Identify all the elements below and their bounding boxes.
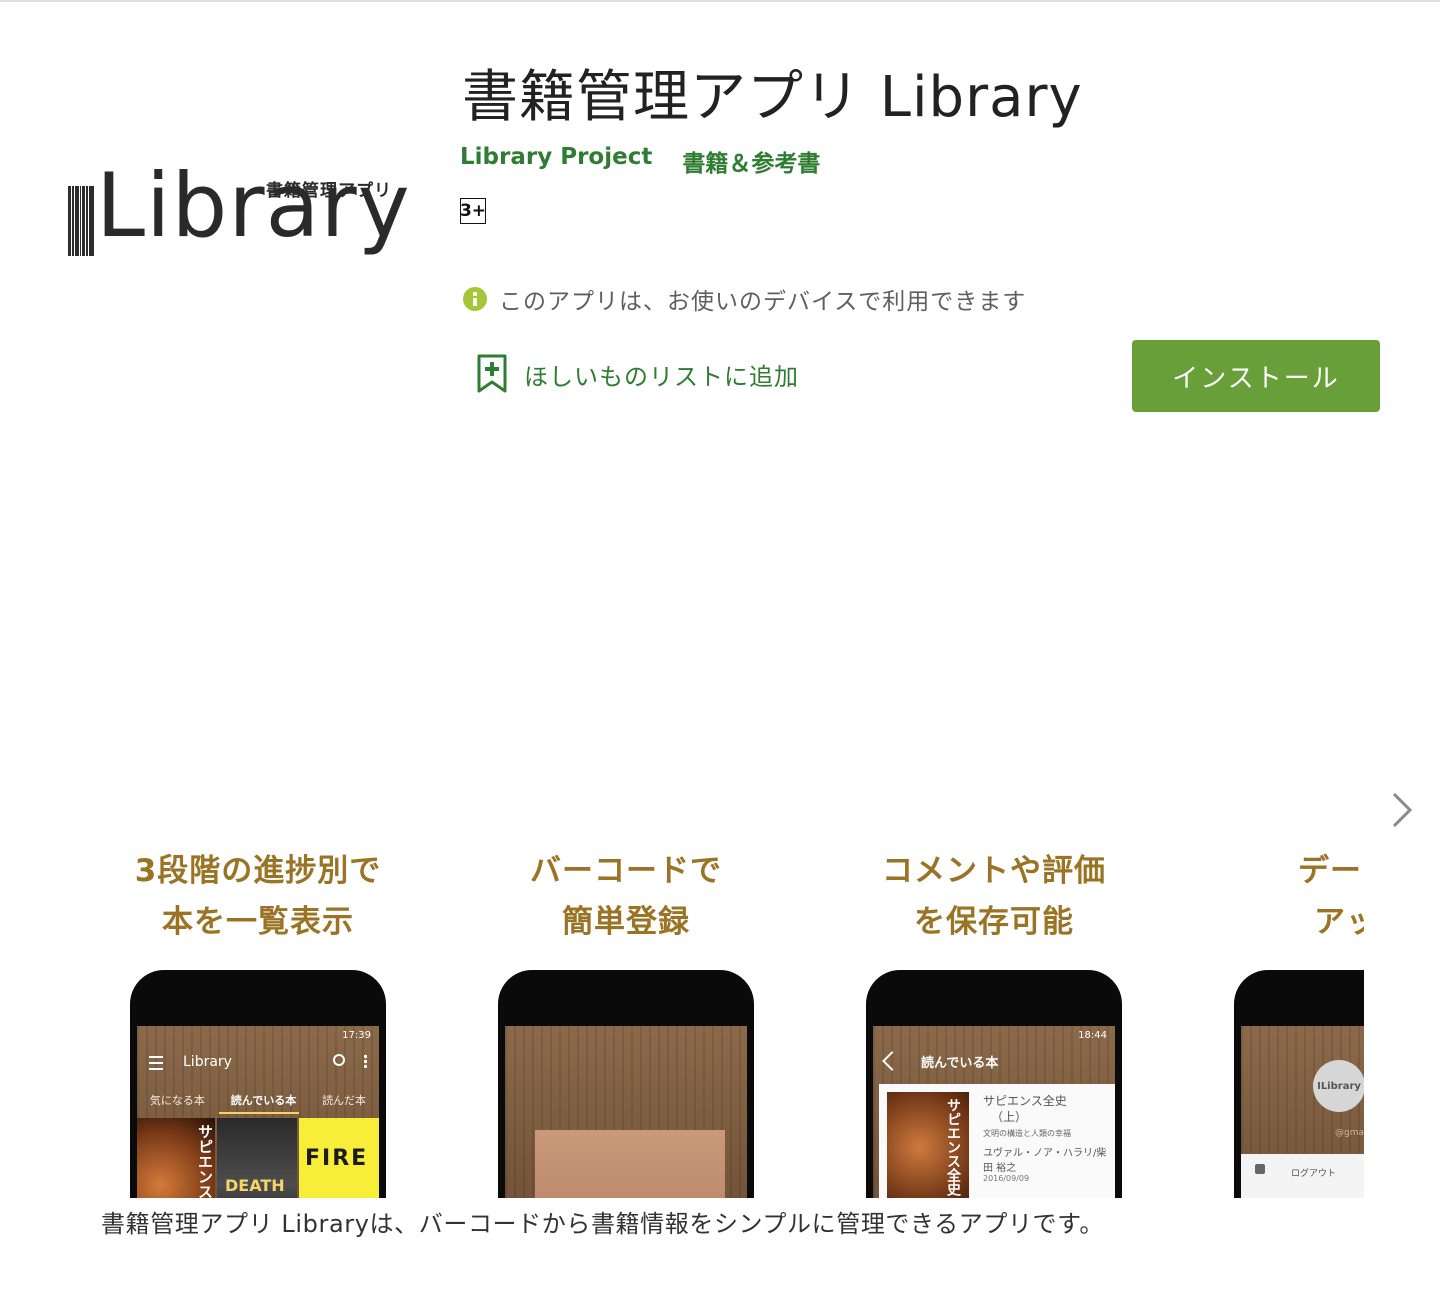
status-time: 17:39 [342,1030,371,1041]
slide-caption: コメントや評価 を保存可能 [882,853,1106,940]
slide-caption: データの アップ [1298,853,1364,940]
wishlist-label: ほしいものリストに追加 [524,362,799,391]
book-author: ユヴァル・ノア・ハラリ/柴田 裕之 [983,1148,1107,1174]
bookmark-add-icon [477,354,507,393]
tab-indicator [219,1112,299,1114]
phone-frame: 17:39 Library 気になる本 読んでいる本 読んだ本 サピエンス DE… [130,970,386,1198]
book-title-volume: （上） [991,1110,1028,1124]
slide-caption: 3段階の進捗別で 本を一覧表示 [134,853,382,940]
phone-screen: 17:39 Library 気になる本 読んでいる本 読んだ本 サピエンス DE… [137,1026,379,1198]
screen-title: 読んでいる本 [921,1056,999,1071]
book-cover: DEATH [217,1118,297,1198]
book-title: サピエンス全史 [983,1094,1067,1108]
screenshot-slide[interactable]: バーコードで 簡単登録 [442,840,810,1198]
logo-barcode-mark [68,186,98,256]
book-cover: サピエンス [137,1118,215,1198]
app-title: 書籍管理アプリ Library [462,65,1083,130]
phone-frame: 18:44 読んでいる本 サピエンス全史 サピエンス全史 （上） 文明の構造と人… [866,970,1122,1198]
menu-icon [149,1056,163,1070]
slide-caption: バーコードで 簡単登録 [530,853,722,940]
wishlist-button[interactable]: ほしいものリストに追加 [476,354,799,394]
screenshot-carousel[interactable]: 3段階の進捗別で 本を一覧表示 17:39 Library 気になる本 読んでい… [74,840,1364,1198]
chevron-right-icon[interactable] [1386,790,1418,830]
logout-item: ログアウト [1291,1169,1337,1179]
more-icon [364,1054,367,1068]
screenshot-slide[interactable]: データの アップ ILibrary @gmail ログアウト [1178,840,1364,1198]
book-detail-card: サピエンス全史 サピエンス全史 （上） 文明の構造と人類の幸福 ユヴァル・ノア・… [879,1084,1115,1198]
account-icon [1255,1164,1265,1174]
category-link[interactable]: 書籍＆参考書 [682,144,820,178]
logo-wordmark: Library [96,154,411,257]
camera-preview [535,1130,725,1198]
book-date: 2016/09/09 [983,1174,1030,1183]
phone-frame [498,970,754,1198]
book-cover: FIRE [299,1118,379,1198]
app-logo: 書籍管理アプリ Library [66,162,410,292]
phone-screen: 18:44 読んでいる本 サピエンス全史 サピエンス全史 （上） 文明の構造と人… [873,1026,1115,1198]
book-subtitle: 文明の構造と人類の幸福 [983,1129,1071,1138]
content-rating-badge: 3+ [460,198,486,224]
availability-notice: このアプリは、お使いのデバイスで利用できます [463,282,1026,316]
developer-link[interactable]: Library Project [460,144,652,178]
phone-screen [505,1026,747,1198]
screenshot-slide[interactable]: 3段階の進捗別で 本を一覧表示 17:39 Library 気になる本 読んでい… [74,840,442,1198]
back-arrow-icon [882,1051,902,1071]
top-divider [0,0,1440,2]
search-icon [333,1054,345,1066]
drawer-menu: ログアウト [1241,1154,1364,1198]
book-cover: サピエンス全史 [887,1092,969,1198]
screen-app-title: Library [183,1054,232,1070]
info-icon [463,287,487,311]
app-description: 書籍管理アプリ Libraryは、バーコードから書籍情報をシンプルに管理できるア… [101,1210,1104,1238]
avatar: ILibrary [1313,1060,1364,1112]
availability-text: このアプリは、お使いのデバイスで利用できます [499,289,1027,315]
status-time: 18:44 [1078,1030,1107,1041]
app-meta: Library Project 書籍＆参考書 [460,144,820,178]
account-email: @gmail [1335,1128,1364,1138]
screenshot-slide[interactable]: コメントや評価 を保存可能 18:44 読んでいる本 サピエンス全史 サピエンス… [810,840,1178,1198]
install-button[interactable]: インストール [1132,340,1380,412]
phone-screen: ILibrary @gmail ログアウト [1241,1026,1364,1198]
screen-tabs: 気になる本 読んでいる本 読んだ本 [149,1094,367,1107]
phone-frame: ILibrary @gmail ログアウト [1234,970,1364,1198]
book-covers: サピエンス DEATH FIRE [137,1118,379,1198]
